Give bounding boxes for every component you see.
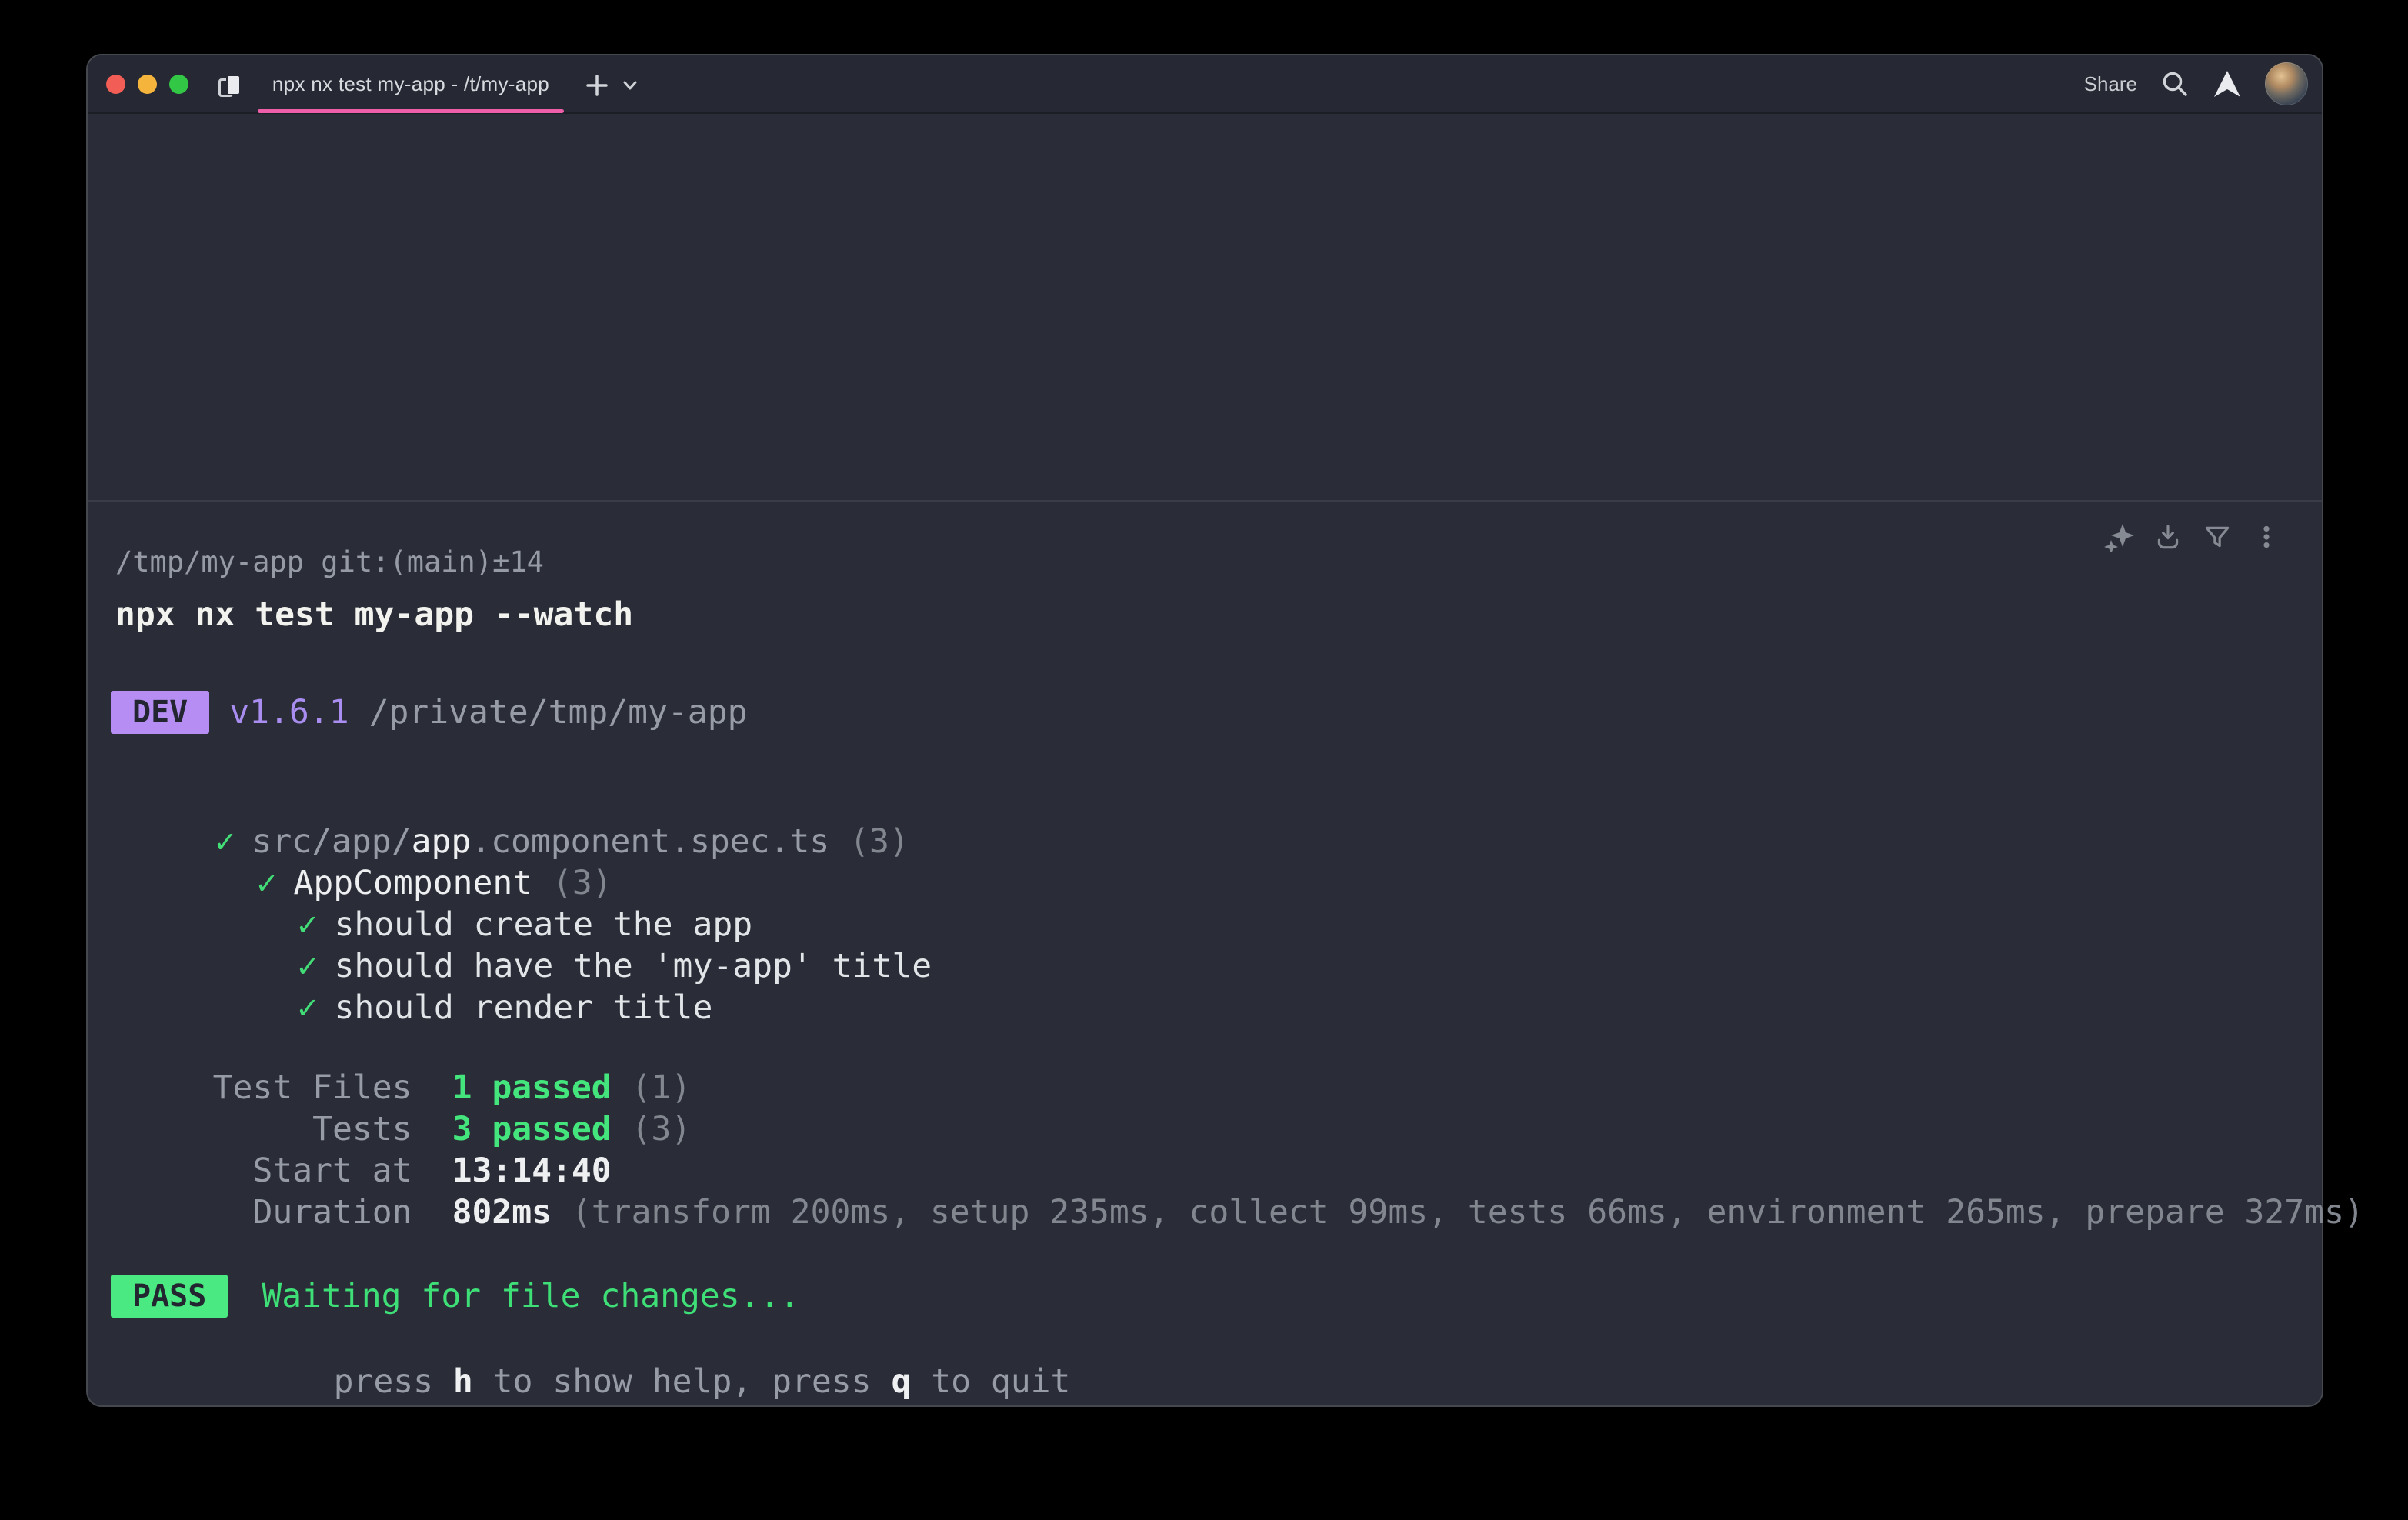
minimize-button[interactable]	[138, 75, 157, 94]
summary-note: (3)	[632, 1110, 692, 1148]
chevron-down-icon	[622, 80, 638, 91]
title-bar: npx nx test my-app - /t/my-app Share	[88, 55, 2322, 114]
file-count: (3)	[849, 822, 909, 861]
vitest-dev-line: DEV v1.6.1 /private/tmp/my-app	[111, 691, 747, 734]
summary-label: Duration	[195, 1192, 412, 1233]
terminal-window: npx nx test my-app - /t/my-app Share	[88, 55, 2322, 1405]
watch-hint-line: press h to show help, press q to quit	[254, 1319, 1070, 1444]
traffic-lights	[106, 55, 188, 112]
file-test-count	[829, 822, 849, 861]
warp-logo-icon	[2213, 69, 2242, 98]
close-button[interactable]	[106, 75, 125, 94]
filter-output-button[interactable]	[2202, 522, 2233, 552]
tab-list-button[interactable]	[622, 78, 639, 93]
tab-current[interactable]: npx nx test my-app - /t/my-app	[258, 55, 564, 112]
summary-value: 802ms	[452, 1193, 552, 1232]
active-tab-indicator	[258, 109, 564, 113]
plus-icon	[583, 72, 611, 99]
search-button[interactable]	[2160, 69, 2190, 98]
hint-text: press	[334, 1362, 453, 1401]
shell-prompt: /tmp/my-app git:(main)±14	[115, 545, 544, 580]
watch-status-line: PASS Waiting for file changes...	[111, 1275, 799, 1318]
summary-note: (transform 200ms, setup 235ms, collect 9…	[572, 1193, 2364, 1232]
zoom-button[interactable]	[169, 75, 188, 94]
new-tab-button[interactable]	[582, 70, 612, 101]
test-name: should render title	[334, 988, 712, 1027]
ai-explain-button[interactable]	[2103, 522, 2134, 552]
pass-badge: PASS	[111, 1275, 228, 1318]
avatar[interactable]	[2265, 62, 2308, 105]
working-directory: /private/tmp/my-app	[369, 692, 748, 733]
vitest-version: v1.6.1	[229, 692, 349, 733]
hint-key-q: q	[891, 1362, 911, 1401]
share-button[interactable]: Share	[2084, 72, 2137, 96]
dev-badge: DEV	[111, 691, 209, 734]
block-menu-button[interactable]	[2251, 522, 2282, 552]
tab-title: npx nx test my-app - /t/my-app	[272, 72, 549, 96]
more-options-icon	[2252, 522, 2281, 552]
search-icon	[2160, 69, 2190, 98]
watch-message: Waiting for file changes...	[262, 1275, 799, 1317]
pages-icon	[218, 75, 243, 98]
block-divider	[88, 500, 2322, 502]
titlebar-right-cluster: Share	[2084, 55, 2308, 112]
hint-text: to quit	[911, 1362, 1070, 1401]
warp-menu-button[interactable]	[2213, 69, 2242, 98]
hint-key-h: h	[453, 1362, 473, 1401]
check-icon: ✓	[298, 988, 318, 1027]
hint-text: to show help, press	[473, 1362, 892, 1401]
ai-sparkle-icon	[2103, 522, 2134, 552]
save-output-button[interactable]	[2153, 522, 2183, 552]
block-toolbar	[2103, 522, 2282, 552]
summary-row-duration: Duration 802ms (transform 200ms, setup 23…	[115, 1150, 2364, 1275]
filter-icon	[2203, 522, 2232, 552]
download-icon	[2153, 522, 2183, 552]
command-line: npx nx test my-app --watch	[115, 594, 633, 635]
